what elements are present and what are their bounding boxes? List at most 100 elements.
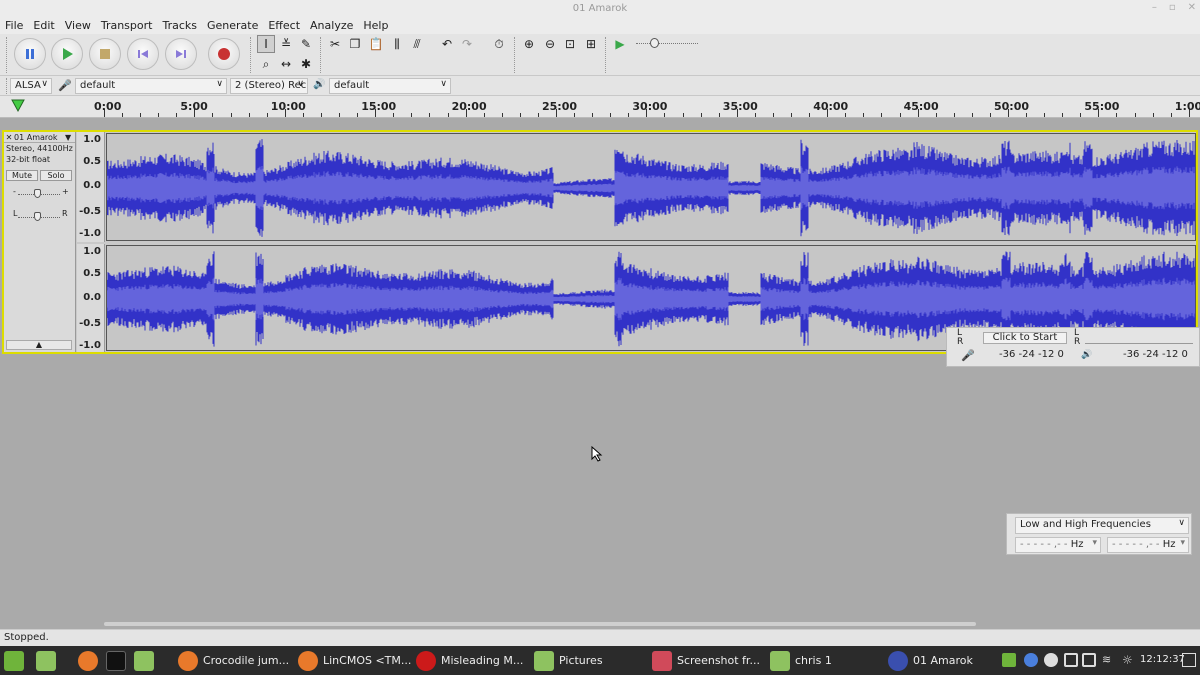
ruler-minor-tick [791, 113, 793, 117]
menu-analyze[interactable]: Analyze [305, 18, 358, 34]
high-frequency-input[interactable]: - - - - - ,- - Hz ▾ [1107, 537, 1189, 553]
fit-selection-button[interactable]: ⊡ [561, 35, 579, 53]
show-desktop-icon[interactable] [1182, 653, 1196, 667]
clipboard-icon[interactable] [1064, 653, 1078, 667]
toolbar-grip[interactable] [605, 37, 608, 73]
play-button[interactable] [51, 38, 83, 70]
launcher-files[interactable] [36, 650, 61, 671]
track-name[interactable]: 01 Amarok [14, 133, 65, 142]
redo-button[interactable]: ↷ [458, 35, 476, 53]
menu-tracks[interactable]: Tracks [157, 18, 202, 34]
play-at-speed-button[interactable]: ▶ [611, 35, 629, 53]
toolbar-grip[interactable] [6, 37, 9, 73]
vertical-scale-right[interactable]: 1.0 0.5 0.0 -0.5 -1.0 [77, 244, 105, 352]
taskbar-item[interactable]: Pictures [534, 650, 603, 671]
recording-channels-select[interactable]: 2 (Stereo) Rec ∨ [230, 78, 308, 94]
toolbar-grip[interactable] [250, 37, 253, 73]
skip-to-start-button[interactable] [127, 38, 159, 70]
audio-track[interactable]: ✕ 01 Amarok ▼ Stereo, 44100Hz 32-bit flo… [2, 130, 1198, 354]
mute-button[interactable]: Mute [6, 170, 38, 181]
silence-button[interactable]: ⫻ [408, 35, 426, 53]
menu-view[interactable]: View [60, 18, 96, 34]
gain-thumb[interactable] [34, 189, 41, 198]
fit-project-button[interactable]: ⊞ [582, 35, 600, 53]
pan-right-label: R [62, 209, 68, 218]
draw-tool[interactable]: ✎ [297, 35, 315, 53]
selection-tool[interactable]: I [257, 35, 275, 53]
taskbar-item[interactable]: Misleading M... [416, 650, 523, 671]
close-icon[interactable]: ✕ [1188, 2, 1196, 13]
menu-generate[interactable]: Generate [202, 18, 263, 34]
pan-thumb[interactable] [34, 212, 41, 221]
stop-button[interactable] [89, 38, 121, 70]
menu-file[interactable]: File [0, 18, 28, 34]
multi-tool[interactable]: ✱ [297, 55, 315, 73]
audio-host-select[interactable]: ALSA ∨ [10, 78, 52, 94]
minimize-icon[interactable]: – [1152, 2, 1157, 13]
track-menu-icon[interactable]: ▼ [65, 133, 75, 142]
taskbar-item[interactable]: LinCMOS <TM... [298, 650, 411, 671]
clock[interactable]: 12:12:37 [1140, 654, 1185, 665]
paste-button[interactable]: 📋 [367, 35, 385, 53]
click-to-start-button[interactable]: Click to Start [983, 332, 1067, 344]
start-menu-button[interactable] [4, 650, 29, 671]
bluetooth-icon[interactable] [1024, 653, 1038, 667]
time-shift-tool[interactable]: ↔ [277, 55, 295, 73]
ruler-minor-tick [1080, 113, 1082, 117]
toolbar-grip[interactable] [6, 78, 9, 94]
menu-help[interactable]: Help [358, 18, 393, 34]
envelope-tool[interactable]: ≚ [277, 35, 295, 53]
timeline-ruler[interactable]: 0:00 5:00 10:00 15:00 20:00 25:00 30:00 35:00 40… [0, 96, 1200, 118]
menu-transport[interactable]: Transport [96, 18, 158, 34]
skip-to-end-button[interactable] [165, 38, 197, 70]
playback-device-select[interactable]: default ∨ [329, 78, 451, 94]
launcher-folder[interactable] [134, 650, 159, 671]
skip-start-icon [138, 50, 148, 58]
shield-icon[interactable] [1002, 653, 1016, 667]
ruler-minor-tick [1134, 113, 1136, 117]
horizontal-scrollbar[interactable] [104, 622, 976, 626]
track-close-icon[interactable]: ✕ [4, 133, 14, 142]
cut-button[interactable]: ✂ [326, 35, 344, 53]
taskbar-item[interactable]: Crocodile jum... [178, 650, 289, 671]
toolbar-grip[interactable] [514, 37, 517, 73]
update-icon[interactable] [1044, 653, 1058, 667]
terminal-icon [106, 650, 126, 671]
menu-edit[interactable]: Edit [28, 18, 59, 34]
firefox-icon [78, 650, 98, 671]
asterisk-icon: ✱ [300, 57, 312, 71]
sync-lock-button[interactable]: ⏱ [490, 35, 508, 53]
trim-button[interactable]: ⫼ [388, 35, 406, 53]
status-bar: Stopped. [0, 629, 1200, 646]
toolbar-grip[interactable] [320, 37, 323, 73]
solo-button[interactable]: Solo [40, 170, 72, 181]
network-manager-icon[interactable] [1082, 653, 1096, 667]
waveform-left-channel[interactable] [106, 133, 1196, 241]
launcher-terminal[interactable] [106, 650, 131, 671]
brightness-icon[interactable]: ☼ [1122, 653, 1136, 667]
zoom-in-button[interactable]: ⊕ [520, 35, 538, 53]
taskbar-item-active[interactable]: 01 Amarok [888, 650, 973, 671]
collapse-track-button[interactable]: ▲ [6, 340, 72, 350]
pause-button[interactable] [14, 38, 46, 70]
play-speed-thumb[interactable] [650, 38, 659, 48]
ruler-minor-tick [266, 113, 268, 117]
vertical-scale-left[interactable]: 1.0 0.5 0.0 -0.5 -1.0 [77, 132, 105, 242]
frequency-preset-select[interactable]: Low and High Frequencies ∨ [1015, 517, 1189, 534]
launcher-firefox[interactable] [78, 650, 103, 671]
copy-button[interactable]: ❐ [346, 35, 364, 53]
menu-effect[interactable]: Effect [263, 18, 305, 34]
zoom-out-button[interactable]: ⊖ [541, 35, 559, 53]
zoom-tool[interactable]: ⌕ [257, 55, 275, 73]
playback-meter[interactable] [1085, 332, 1193, 344]
ruler-minor-tick [1044, 113, 1046, 117]
undo-button[interactable]: ↶ [438, 35, 456, 53]
taskbar-item[interactable]: chris 1 [770, 650, 832, 671]
record-button[interactable] [208, 38, 240, 70]
play-speed-slider[interactable] [636, 43, 698, 44]
recording-device-select[interactable]: default ∨ [75, 78, 227, 94]
maximize-icon[interactable]: ▫ [1169, 2, 1176, 13]
taskbar-item[interactable]: Screenshot fr... [652, 650, 760, 671]
wifi-icon[interactable]: ≋ [1102, 653, 1116, 667]
low-frequency-input[interactable]: - - - - - ,- - Hz ▾ [1015, 537, 1101, 553]
